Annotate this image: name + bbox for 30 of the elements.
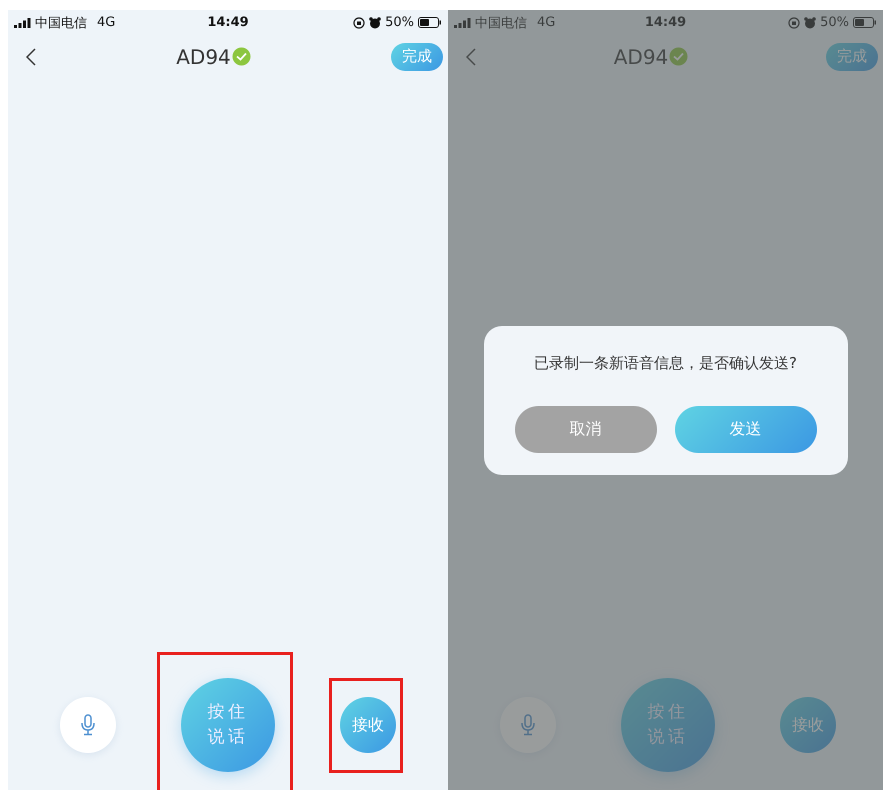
clock-time: 14:49 [207, 15, 249, 30]
battery-icon [418, 17, 442, 28]
alarm-icon [369, 16, 382, 28]
hold-to-talk-button[interactable]: 按住说话 [181, 678, 275, 772]
microphone-icon [81, 714, 95, 736]
cancel-button[interactable]: 取消 [514, 406, 656, 452]
rotation-lock-icon [788, 16, 800, 28]
rotation-lock-icon [353, 16, 366, 28]
alarm-icon [804, 16, 816, 28]
carrier-name: 中国电信 [35, 14, 87, 32]
signal-icon [454, 18, 471, 28]
done-button[interactable]: 完成 [391, 42, 443, 70]
dialog-message: 已录制一条新语音信息，是否确认发送? [534, 354, 797, 372]
receive-button[interactable]: 接收 [340, 697, 396, 753]
clock-time: 14:49 [644, 15, 686, 30]
receive-button[interactable]: 接收 [780, 697, 836, 753]
carrier-name: 中国电信 [475, 14, 527, 32]
hold-to-talk-button[interactable]: 按住说话 [621, 678, 715, 772]
signal-icon [14, 18, 31, 28]
network-type: 4G [97, 15, 116, 30]
device-title: AD94 [614, 44, 668, 68]
battery-percent: 50% [820, 15, 850, 30]
send-button[interactable]: 发送 [674, 406, 816, 452]
back-icon[interactable] [26, 48, 36, 66]
battery-percent: 50% [385, 15, 414, 30]
device-title: AD94 [176, 44, 231, 68]
microphone-icon [521, 714, 535, 736]
network-type: 4G [537, 15, 556, 30]
battery-icon [853, 17, 878, 28]
done-button[interactable]: 完成 [826, 42, 878, 70]
